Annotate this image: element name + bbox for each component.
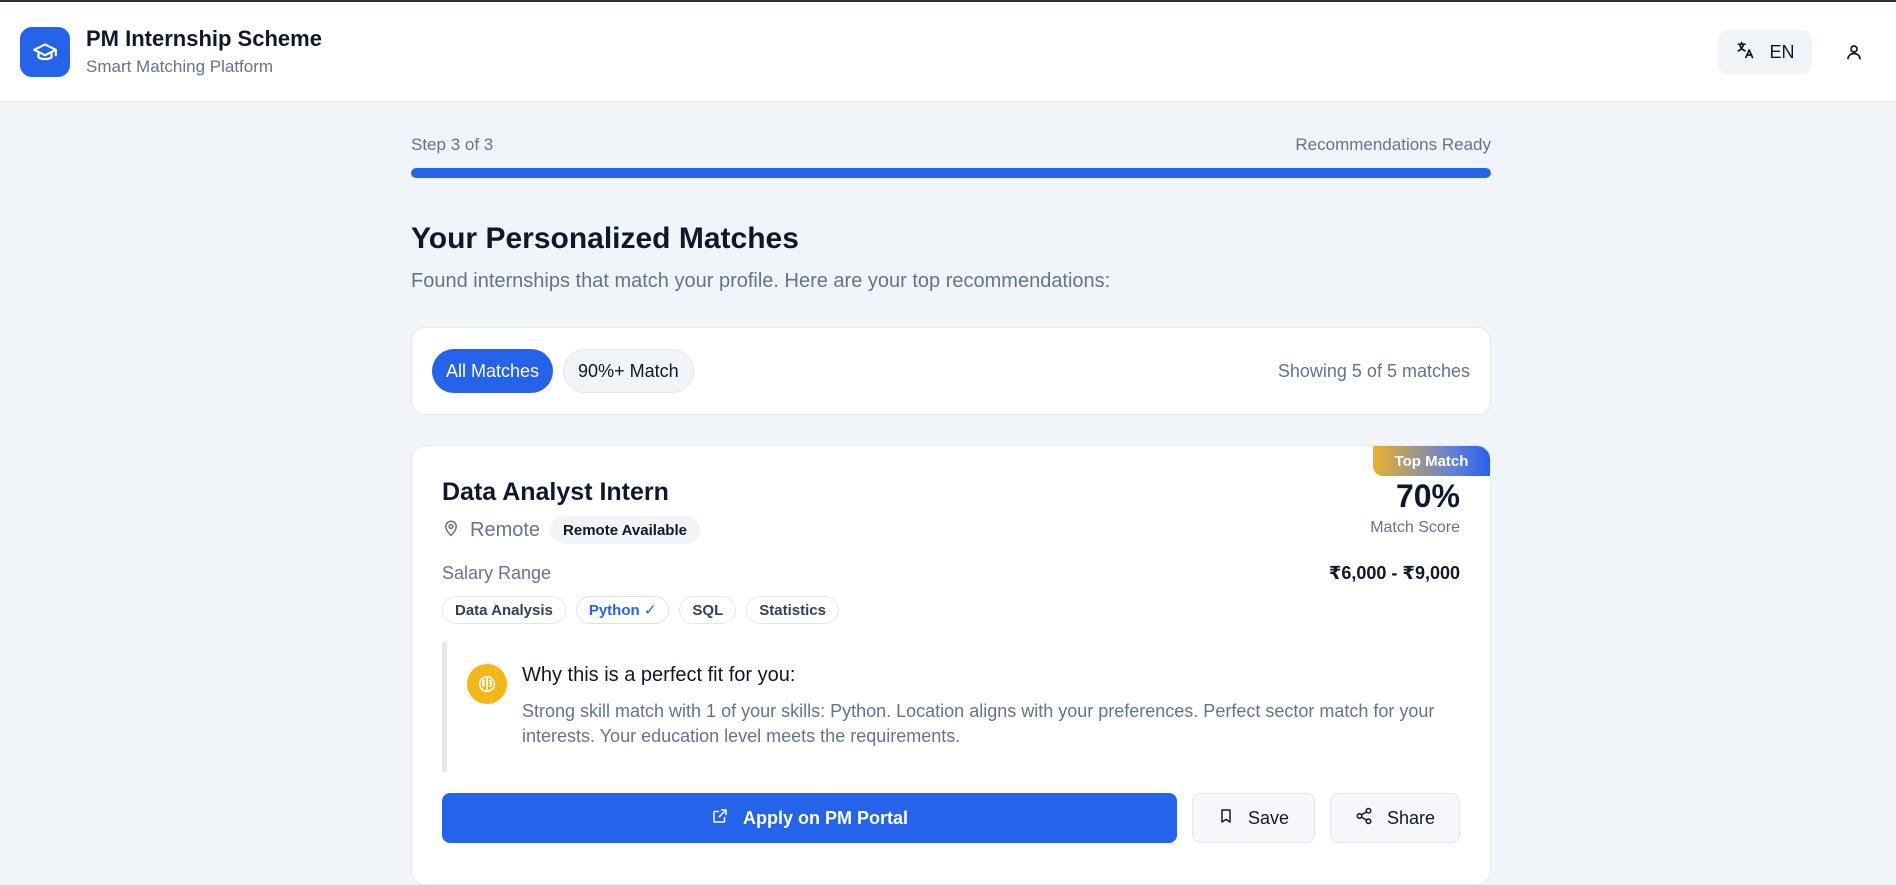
job-title: Data Analyst Intern — [442, 478, 669, 506]
salary-value: ₹6,000 - ₹9,000 — [1328, 563, 1460, 583]
share-label: Share — [1386, 807, 1436, 828]
page-title: Your Personalized Matches — [411, 222, 799, 255]
location-row: Remote Remote Available — [442, 516, 700, 544]
filter-all-matches[interactable]: All Matches — [432, 349, 554, 393]
share-button[interactable]: Share — [1330, 793, 1460, 843]
translate-icon — [1735, 40, 1755, 65]
brand: PM Internship Scheme Smart Matching Plat… — [86, 26, 322, 77]
progress-bar — [411, 168, 1491, 178]
apply-label: Apply on PM Portal — [742, 807, 908, 828]
external-link-icon — [711, 807, 729, 830]
map-pin-icon — [442, 518, 460, 543]
app-subtitle: Smart Matching Platform — [86, 57, 274, 76]
app-title: PM Internship Scheme — [86, 26, 322, 51]
location-text: Remote — [470, 518, 541, 541]
progress-fill — [411, 168, 1491, 178]
skill-tag: Statistics — [746, 596, 839, 624]
why-fit-box: Why this is a perfect fit for you: Stron… — [442, 642, 1462, 772]
results-count: Showing 5 of 5 matches — [1277, 360, 1470, 381]
card-actions: Apply on PM Portal Save Share — [442, 793, 1460, 843]
remote-badge: Remote Available — [550, 516, 700, 544]
why-text: Strong skill match with 1 of your skills… — [522, 701, 1435, 746]
top-match-badge: Top Match — [1373, 446, 1490, 476]
skill-tags: Data Analysis Python ✓ SQL Statistics — [442, 596, 839, 624]
language-button[interactable]: EN — [1718, 30, 1812, 74]
graduation-cap-icon — [20, 26, 70, 77]
bookmark-icon — [1218, 807, 1234, 830]
filter-bar: All Matches 90%+ Match Showing 5 of 5 ma… — [411, 327, 1491, 415]
app-header: PM Internship Scheme Smart Matching Plat… — [0, 2, 1896, 102]
why-title: Why this is a perfect fit for you: — [522, 664, 796, 686]
internship-card: Top Match Data Analyst Intern Remote Rem… — [411, 445, 1491, 885]
page-subtitle: Found internships that match your profil… — [411, 270, 1111, 292]
salary-label: Salary Range — [442, 563, 552, 583]
language-label: EN — [1769, 41, 1795, 62]
score-label: Match Score — [1370, 519, 1460, 536]
main-content: Step 3 of 3 Recommendations Ready Your P… — [411, 102, 1491, 885]
skill-tag-matched: Python ✓ — [575, 596, 670, 624]
share-icon — [1355, 807, 1373, 830]
score-value: 70% — [1395, 478, 1460, 514]
save-button[interactable]: Save — [1192, 793, 1315, 843]
filter-90-plus[interactable]: 90%+ Match — [563, 349, 694, 393]
match-score: 70% Match Score — [1370, 478, 1460, 537]
status-label: Recommendations Ready — [1295, 135, 1491, 154]
progress-labels: Step 3 of 3 Recommendations Ready — [411, 135, 1491, 155]
apply-button[interactable]: Apply on PM Portal — [442, 793, 1177, 843]
user-icon[interactable] — [1842, 40, 1866, 64]
save-label: Save — [1247, 807, 1290, 828]
skill-tag: Data Analysis — [442, 596, 566, 624]
skill-tag: SQL — [679, 596, 737, 624]
brain-icon — [467, 664, 507, 704]
step-label: Step 3 of 3 — [411, 135, 494, 154]
